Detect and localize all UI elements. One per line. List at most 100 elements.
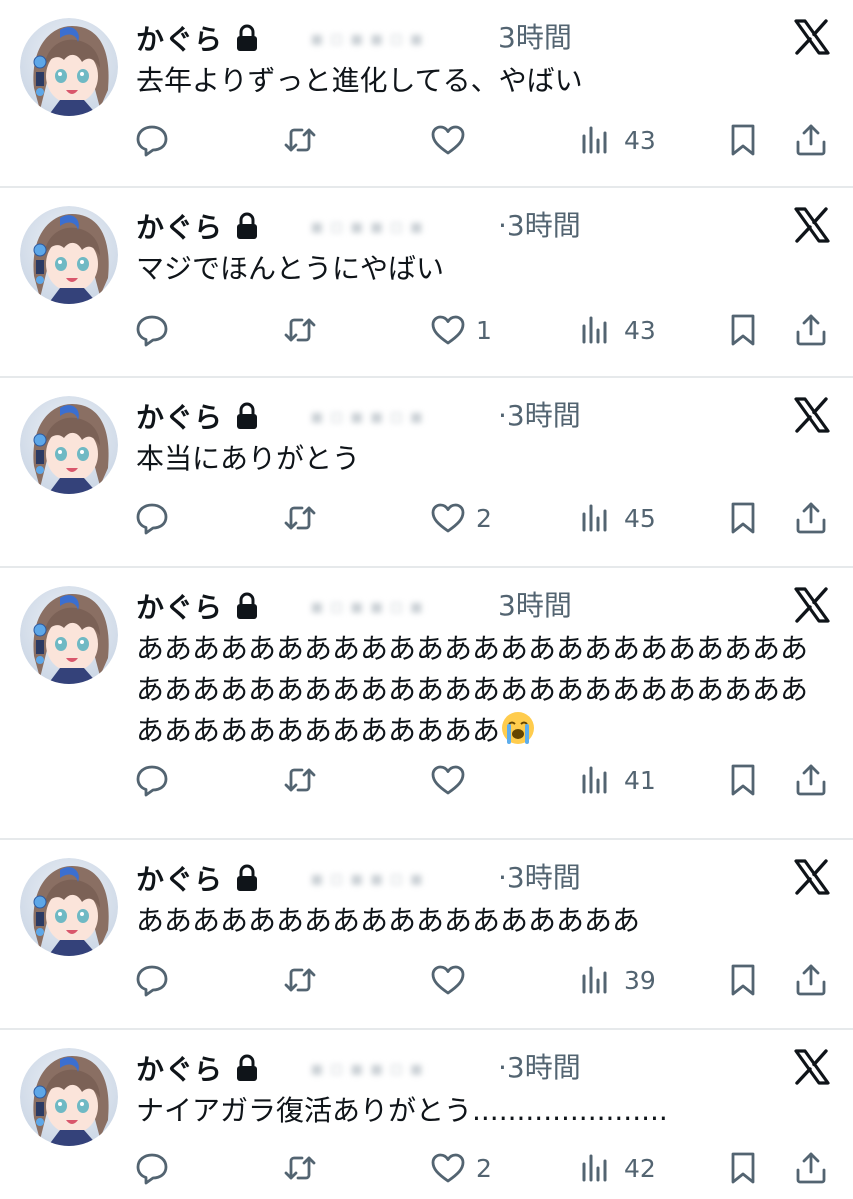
author-row: かぐら xyxy=(136,856,259,900)
action-bar: 43 xyxy=(0,118,853,162)
author-name[interactable]: かぐら xyxy=(136,1048,223,1088)
tweet[interactable]: かぐら ▪ ▫ ▪ ▪ ▫ ▪ 3時間 ああああああああああああああああああああ… xyxy=(0,568,853,840)
tweet-text-content: 本当にありがとう xyxy=(136,442,361,475)
reply-button[interactable] xyxy=(134,958,180,1002)
tweet[interactable]: かぐら ▪ ▫ ▪ ▪ ▫ ▪ ·3時間 ああああああああああああああああああ xyxy=(0,840,853,1030)
share-button[interactable] xyxy=(793,118,829,162)
timestamp[interactable]: 3時間 xyxy=(498,16,572,60)
views-button[interactable]: 45 xyxy=(578,496,656,540)
tweet-text-content: マジでほんとうにやばい xyxy=(136,252,445,285)
retweet-button[interactable] xyxy=(282,308,328,352)
tweet-text: ああああああああああああああああああああああああああああああああああああああああ… xyxy=(136,628,826,751)
author-row: かぐら xyxy=(136,204,259,248)
tweet-text-content: ああああああああああああああああああ xyxy=(136,904,641,937)
bookmark-button[interactable] xyxy=(725,1146,761,1190)
reply-button[interactable] xyxy=(134,758,180,802)
retweet-button[interactable] xyxy=(282,958,328,1002)
retweet-icon xyxy=(284,768,316,792)
retweet-button[interactable] xyxy=(282,1146,328,1190)
author-name[interactable]: かぐら xyxy=(136,858,223,898)
views-button[interactable]: 39 xyxy=(578,958,656,1002)
bookmark-button[interactable] xyxy=(725,958,761,1002)
share-icon xyxy=(796,314,826,346)
author-name[interactable]: かぐら xyxy=(136,586,223,626)
timestamp[interactable]: ·3時間 xyxy=(498,856,581,900)
author-name[interactable]: かぐら xyxy=(136,206,223,246)
lock-icon xyxy=(237,1054,258,1081)
bookmark-icon xyxy=(731,314,755,346)
heart-icon xyxy=(431,503,465,533)
reply-icon xyxy=(136,125,168,157)
action-count: 39 xyxy=(624,965,656,995)
share-button[interactable] xyxy=(793,1146,829,1190)
views-button[interactable]: 43 xyxy=(578,308,656,352)
share-button[interactable] xyxy=(793,958,829,1002)
avatar[interactable] xyxy=(20,858,118,956)
reply-button[interactable] xyxy=(134,496,180,540)
reply-button[interactable] xyxy=(134,1146,180,1190)
author-name[interactable]: かぐら xyxy=(136,18,223,58)
retweet-icon xyxy=(284,1156,316,1180)
action-count: 41 xyxy=(624,765,656,795)
timestamp[interactable]: ·3時間 xyxy=(498,204,581,248)
retweet-icon xyxy=(284,128,316,152)
tweet[interactable]: かぐら ▪ ▫ ▪ ▪ ▫ ▪ ·3時間 本当にありがとう 2 45 xyxy=(0,378,853,568)
lock-icon xyxy=(237,212,258,239)
retweet-button[interactable] xyxy=(282,758,328,802)
tweet-text-content: ナイアガラ復活ありがとう...................... xyxy=(136,1094,668,1127)
share-button[interactable] xyxy=(793,758,829,802)
like-button[interactable]: 2 xyxy=(430,496,492,540)
reply-icon xyxy=(136,765,168,797)
avatar[interactable] xyxy=(20,1048,118,1146)
tweet[interactable]: かぐら ▪ ▫ ▪ ▪ ▫ ▪ ·3時間 マジでほんとうにやばい 1 43 xyxy=(0,188,853,378)
tweet-text: ああああああああああああああああああ xyxy=(136,900,826,941)
timestamp[interactable]: ·3時間 xyxy=(498,394,581,438)
retweet-button[interactable] xyxy=(282,118,328,162)
author-row: かぐら xyxy=(136,16,259,60)
action-bar: 39 xyxy=(0,958,853,1002)
author-row: かぐら xyxy=(136,1046,259,1090)
views-bar-chart-icon xyxy=(582,966,607,994)
retweet-button[interactable] xyxy=(282,496,328,540)
timestamp[interactable]: ·3時間 xyxy=(498,1046,581,1090)
heart-icon xyxy=(431,125,465,155)
like-button[interactable] xyxy=(430,758,476,802)
views-button[interactable]: 41 xyxy=(578,758,656,802)
reply-button[interactable] xyxy=(134,308,180,352)
bookmark-button[interactable] xyxy=(725,758,761,802)
action-count: 45 xyxy=(624,503,656,533)
views-bar-chart-icon xyxy=(582,126,607,154)
x-logo-icon[interactable] xyxy=(793,206,831,244)
x-logo-icon[interactable] xyxy=(793,18,831,56)
like-button[interactable] xyxy=(430,958,476,1002)
author-name[interactable]: かぐら xyxy=(136,396,223,436)
x-logo-icon[interactable] xyxy=(793,858,831,896)
x-logo-icon[interactable] xyxy=(793,1048,831,1086)
heart-icon xyxy=(431,315,465,345)
like-button[interactable]: 1 xyxy=(430,308,492,352)
x-logo-icon[interactable] xyxy=(793,586,831,624)
crying-face-emoji-icon xyxy=(502,712,535,744)
avatar[interactable] xyxy=(20,18,118,116)
bookmark-button[interactable] xyxy=(725,308,761,352)
avatar[interactable] xyxy=(20,396,118,494)
tweet[interactable]: かぐら ▪ ▫ ▪ ▪ ▫ ▪ 3時間 去年よりずっと進化してる、やばい 43 xyxy=(0,0,853,188)
like-button[interactable]: 2 xyxy=(430,1146,492,1190)
views-button[interactable]: 42 xyxy=(578,1146,656,1190)
timeline: かぐら ▪ ▫ ▪ ▪ ▫ ▪ 3時間 去年よりずっと進化してる、やばい 43 … xyxy=(0,0,853,1199)
timestamp[interactable]: 3時間 xyxy=(498,584,572,628)
tweet-text-content: 去年よりずっと進化してる、やばい xyxy=(136,64,583,97)
action-bar: 41 xyxy=(0,758,853,802)
bookmark-button[interactable] xyxy=(725,496,761,540)
like-button[interactable] xyxy=(430,118,476,162)
avatar[interactable] xyxy=(20,586,118,684)
bookmark-button[interactable] xyxy=(725,118,761,162)
share-button[interactable] xyxy=(793,308,829,352)
action-count: 42 xyxy=(624,1153,656,1183)
avatar[interactable] xyxy=(20,206,118,304)
x-logo-icon[interactable] xyxy=(793,396,831,434)
tweet[interactable]: かぐら ▪ ▫ ▪ ▪ ▫ ▪ ·3時間 ナイアガラ復活ありがとう.......… xyxy=(0,1030,853,1199)
views-button[interactable]: 43 xyxy=(578,118,656,162)
share-button[interactable] xyxy=(793,496,829,540)
reply-button[interactable] xyxy=(134,118,180,162)
